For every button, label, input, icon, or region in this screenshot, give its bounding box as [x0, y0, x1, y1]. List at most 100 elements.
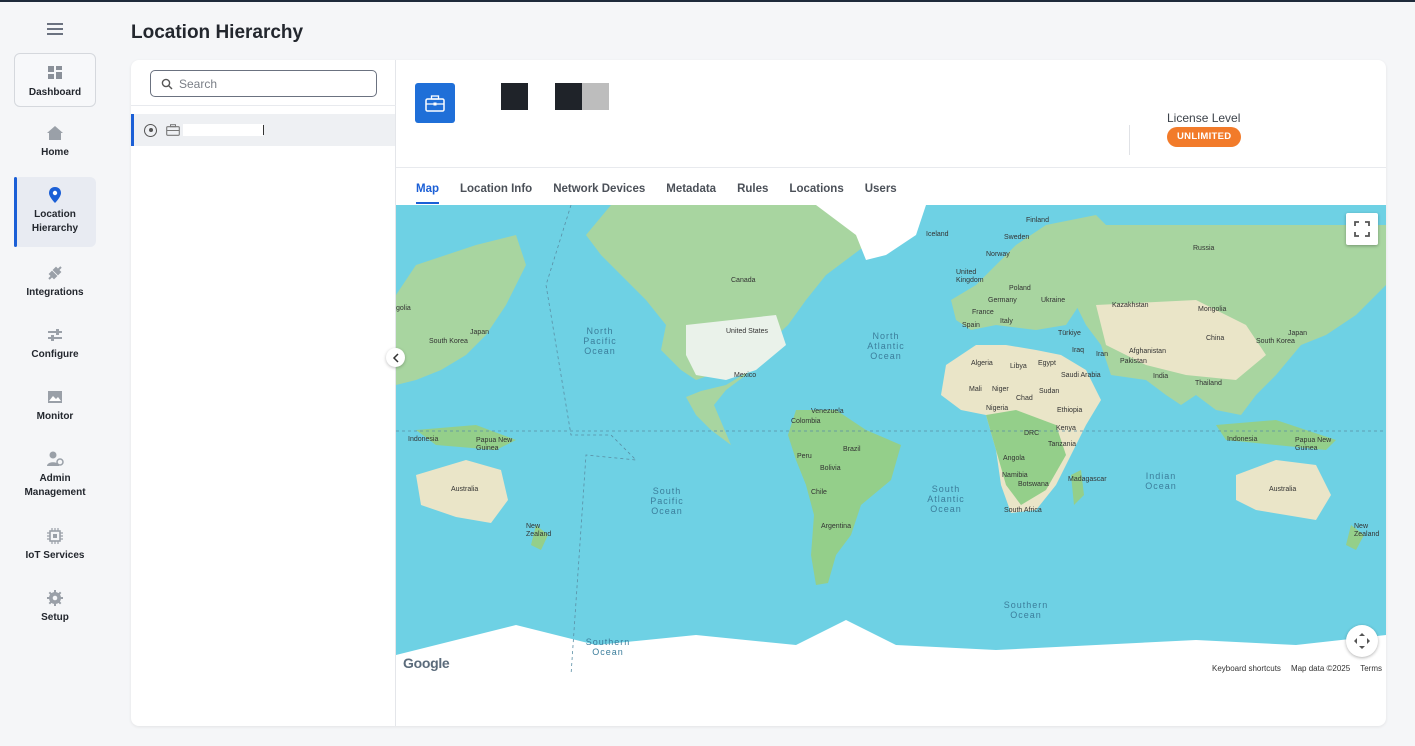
hamburger-menu-icon[interactable]	[47, 23, 63, 35]
map-label: DRC	[1024, 430, 1040, 437]
map-label: Saudi Arabia	[1061, 372, 1101, 379]
world-map[interactable]: Finland Iceland Sweden Norway Russia Uni…	[396, 205, 1386, 675]
location-tree-panel	[131, 60, 396, 726]
terms-link[interactable]: Terms	[1360, 663, 1382, 675]
map-fullscreen-button[interactable]	[1346, 213, 1378, 245]
location-header: License Level UNLIMITED	[396, 60, 1386, 168]
map-label: Thailand	[1195, 380, 1222, 387]
sidebar-item-dashboard[interactable]: Dashboard	[14, 53, 96, 107]
map-label: Bolivia	[820, 465, 841, 472]
ocean-label: North Atlantic Ocean	[867, 331, 905, 361]
tab-rules[interactable]: Rules	[737, 183, 768, 204]
map-label: Ethiopia	[1057, 407, 1083, 414]
search-input[interactable]	[179, 76, 369, 91]
ocean-label: Southern Ocean	[585, 637, 631, 657]
map-label: golia	[396, 305, 411, 312]
license-level-badge: UNLIMITED	[1167, 127, 1242, 147]
map-label: Papua New Guinea	[1295, 437, 1332, 452]
map-label: Tanzania	[1048, 441, 1077, 448]
map-label: United Kingdom	[956, 269, 984, 284]
tab-network-devices[interactable]: Network Devices	[553, 183, 645, 204]
ocean-label: South Pacific Ocean	[650, 486, 684, 516]
sliders-icon	[48, 329, 62, 341]
redacted-block	[582, 83, 609, 110]
tab-metadata[interactable]: Metadata	[666, 183, 716, 204]
tab-users[interactable]: Users	[865, 183, 897, 204]
sidebar-item-label: Dashboard	[28, 87, 82, 98]
keyboard-shortcuts-link[interactable]: Keyboard shortcuts	[1212, 663, 1281, 675]
map-label: Mali	[969, 386, 982, 393]
sidebar-item-label: Home	[41, 147, 69, 158]
map-label: New Zealand	[1354, 523, 1380, 538]
redacted-block	[555, 83, 582, 110]
sidebar-item-location-hierarchy[interactable]: Location Hierarchy	[14, 177, 96, 247]
collapse-panel-button[interactable]	[386, 348, 405, 367]
sidebar-item-setup[interactable]: Setup	[14, 589, 96, 633]
briefcase-icon	[166, 124, 180, 136]
ocean-label: South Atlantic Ocean	[927, 484, 965, 514]
map-label: Sweden	[1004, 234, 1030, 241]
radio-selected-icon[interactable]	[144, 123, 157, 137]
map-label: South Korea	[429, 338, 468, 345]
location-type-badge	[415, 83, 455, 123]
sidebar-item-iot-services[interactable]: IoT Services	[14, 527, 96, 571]
map-label: Italy	[1000, 318, 1013, 325]
map-label: Germany	[988, 297, 1017, 304]
move-arrows-icon	[1354, 633, 1370, 649]
sidebar-item-admin-management[interactable]: Admin Management	[14, 450, 96, 508]
map-label: Afghanistan	[1129, 348, 1166, 355]
map-label: Kenya	[1056, 425, 1076, 432]
tree-item-root-location[interactable]	[131, 114, 395, 146]
gear-icon	[47, 590, 63, 606]
redacted-location-name	[183, 124, 263, 136]
map-label: South Africa	[1004, 507, 1042, 514]
map-label: Pakistan	[1120, 358, 1147, 365]
map-label: Kazakhstan	[1112, 302, 1149, 309]
tab-location-info[interactable]: Location Info	[460, 183, 532, 204]
map-label: Australia	[1269, 486, 1297, 493]
map-label: Argentina	[821, 523, 851, 530]
redacted-block	[501, 83, 528, 110]
home-icon	[47, 126, 63, 140]
map-label: Libya	[1010, 363, 1027, 370]
map-label: Russia	[1193, 245, 1215, 252]
sidebar-item-label: Configure	[31, 349, 79, 360]
sidebar-item-home[interactable]: Home	[14, 124, 96, 168]
window-top-border	[0, 0, 1415, 2]
map-data-attribution: Map data ©2025	[1290, 664, 1351, 673]
map-label: Japan	[470, 329, 490, 336]
plug-icon	[48, 266, 62, 280]
map-label: Indonesia	[1227, 436, 1258, 443]
map-attribution-bar: Keyboard shortcuts Map data ©2025 Terms	[1198, 663, 1386, 675]
sidebar-item-label: Monitor	[36, 411, 74, 422]
chip-icon	[47, 528, 63, 544]
ocean-label: Southern Ocean	[1003, 600, 1049, 620]
search-field[interactable]	[150, 70, 377, 97]
map-label: Iraq	[1072, 347, 1085, 354]
sidebar-item-monitor[interactable]: Monitor	[14, 388, 96, 432]
map-label: France	[972, 309, 994, 316]
map-label: Mongolia	[1198, 306, 1227, 313]
map-label: United States	[726, 328, 769, 335]
map-label: Angola	[1003, 455, 1025, 462]
location-pin-icon	[49, 187, 61, 203]
map-label: Peru	[797, 453, 812, 460]
map-label: South Korea	[1256, 338, 1295, 345]
tab-locations[interactable]: Locations	[789, 183, 843, 204]
map-label: Japan	[1288, 330, 1308, 337]
map-label: Poland	[1009, 285, 1031, 292]
tab-bar: Map Location Info Network Devices Metada…	[416, 183, 918, 205]
map-label: New Zealand	[526, 523, 552, 538]
monitor-icon	[48, 391, 62, 403]
tab-map[interactable]: Map	[416, 183, 439, 204]
sidebar-item-configure[interactable]: Configure	[14, 326, 96, 370]
fullscreen-icon	[1354, 221, 1370, 237]
sidebar-item-label: Integrations	[26, 287, 84, 298]
sidebar-item-integrations[interactable]: Integrations	[14, 264, 96, 308]
dashboard-icon	[48, 66, 62, 79]
map-label: Mexico	[734, 372, 757, 379]
map-label: Iran	[1096, 351, 1109, 358]
map-label: Madagascar	[1068, 476, 1107, 483]
map-camera-control-button[interactable]	[1346, 625, 1378, 657]
map-label: Indonesia	[408, 436, 439, 443]
